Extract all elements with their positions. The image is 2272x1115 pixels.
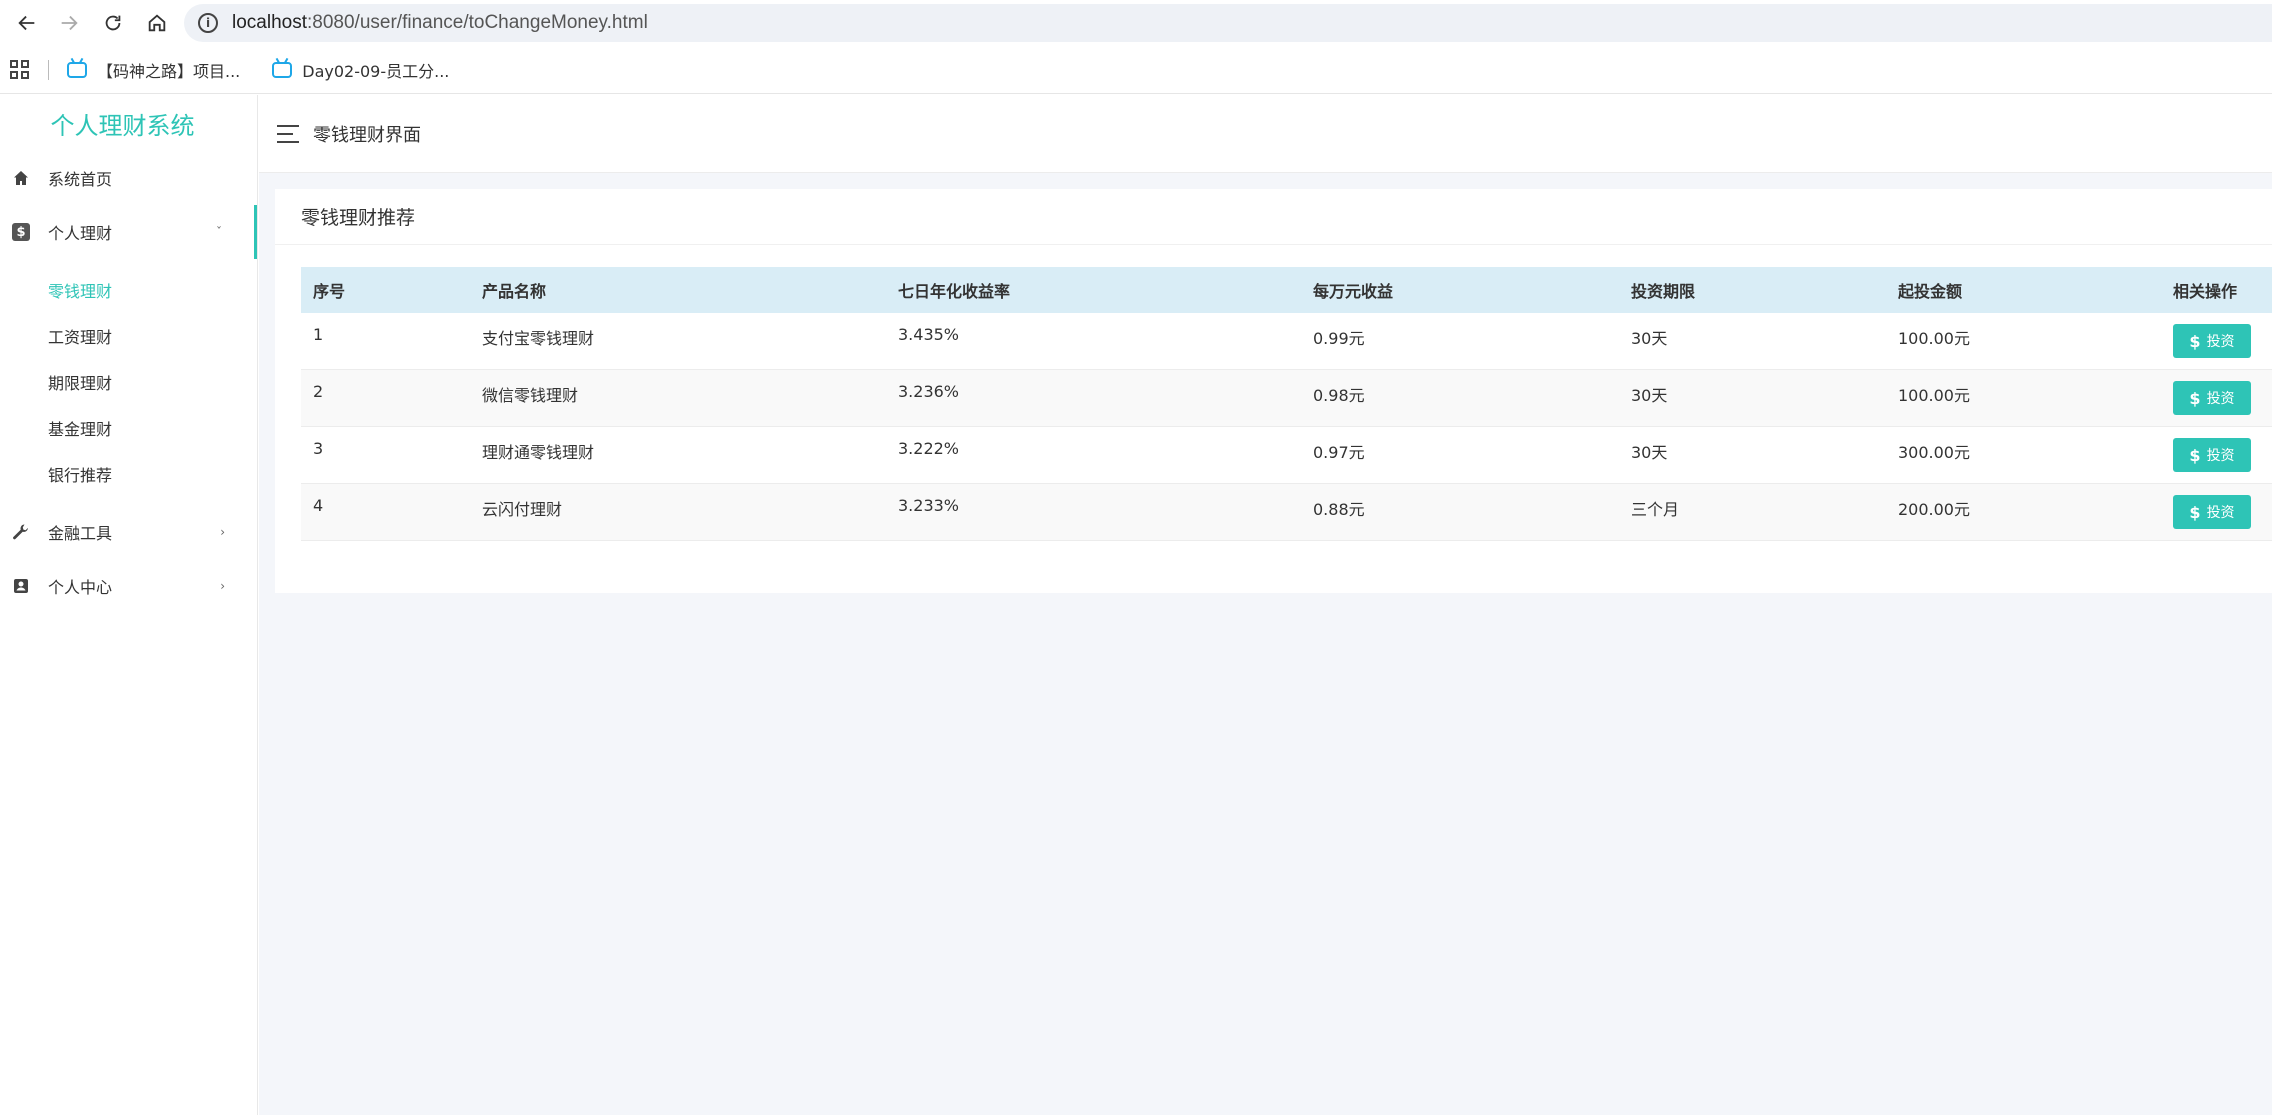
wrench-icon — [12, 523, 30, 541]
dollar-icon: $ — [2189, 388, 2201, 408]
forward-icon[interactable] — [50, 4, 88, 42]
invest-label: 投资 — [2206, 391, 2235, 407]
sidebar-item-personal-finance[interactable]: $ 个人理财 ˇ — [0, 205, 257, 259]
submenu-personal-finance: 零钱理财 工资理财 期限理财 基金理财 银行推荐 — [0, 259, 257, 505]
cell-min: 300.00元 — [1898, 443, 1970, 462]
invest-label: 投资 — [2206, 505, 2235, 521]
dollar-icon: $ — [2189, 502, 2201, 522]
recommend-card: 零钱理财推荐 序号 产品名称 七日年化收益率 每万元收益 投资期限 起投金额 相… — [275, 189, 2272, 593]
bookmarks-divider — [48, 59, 49, 80]
url-path: :8080/user/finance/toChangeMoney.html — [307, 12, 648, 33]
submenu-item-salary[interactable]: 工资理财 — [0, 313, 257, 359]
submenu-item-fund[interactable]: 基金理财 — [0, 405, 257, 451]
sidebar-item-personal-center[interactable]: 个人中心 › — [0, 559, 257, 613]
cell-rate: 3.222% — [898, 439, 960, 458]
cell-per10k: 0.88元 — [1313, 500, 1365, 519]
dollar-icon: $ — [12, 223, 30, 241]
chevron-right-icon: › — [220, 525, 225, 539]
cell-term: 30天 — [1631, 443, 1668, 462]
bilibili-tv-icon — [272, 61, 293, 78]
home-icon — [12, 169, 30, 187]
cell-min: 100.00元 — [1898, 329, 1970, 348]
sidebar-item-home[interactable]: 系统首页 — [0, 151, 257, 205]
url-text: localhost:8080/user/finance/toChangeMone… — [232, 12, 648, 34]
cell-per10k: 0.97元 — [1313, 443, 1365, 462]
invest-button[interactable]: $ 投资 — [2173, 381, 2251, 415]
back-icon[interactable] — [8, 4, 46, 42]
column-header-name: 产品名称 — [482, 282, 547, 301]
sidebar-item-finance-tools[interactable]: 金融工具 › — [0, 505, 257, 559]
cell-term: 30天 — [1631, 386, 1668, 405]
products-table: 序号 产品名称 七日年化收益率 每万元收益 投资期限 起投金额 相关操作 1 支… — [301, 267, 2272, 541]
user-card-icon — [12, 577, 30, 595]
table-row: 3 理财通零钱理财 3.222% 0.97元 30天 300.00元 $ 投资 — [301, 427, 2272, 484]
invest-label: 投资 — [2206, 448, 2235, 464]
browser-toolbar: i localhost:8080/user/finance/toChangeMo… — [0, 0, 2272, 46]
cell-per10k: 0.99元 — [1313, 329, 1365, 348]
cell-name: 支付宝零钱理财 — [482, 329, 595, 348]
invest-button[interactable]: $ 投资 — [2173, 438, 2251, 472]
invest-label: 投资 — [2206, 334, 2235, 350]
chevron-right-icon: › — [220, 579, 225, 593]
bookmarks-bar: 【码神之路】项目... Day02-09-员工分... — [0, 46, 2272, 94]
dollar-icon: $ — [2189, 331, 2201, 351]
bilibili-tv-icon — [67, 61, 87, 78]
card-title: 零钱理财推荐 — [275, 189, 2272, 245]
sidebar-item-label: 个人理财 — [48, 224, 113, 243]
topbar: 零钱理财界面 — [259, 95, 2272, 173]
cell-min: 100.00元 — [1898, 386, 1970, 405]
cell-no: 2 — [313, 382, 324, 401]
url-host: localhost — [232, 12, 307, 33]
table-header: 序号 产品名称 七日年化收益率 每万元收益 投资期限 起投金额 相关操作 — [301, 267, 2272, 313]
column-header-rate: 七日年化收益率 — [898, 282, 1011, 301]
submenu-item-bank[interactable]: 银行推荐 — [0, 451, 257, 497]
brand-title: 个人理财系统 — [50, 111, 195, 140]
sidebar-item-label: 金融工具 — [48, 524, 113, 543]
cell-term: 三个月 — [1631, 500, 1680, 519]
page-title: 零钱理财界面 — [313, 124, 421, 146]
cell-term: 30天 — [1631, 329, 1668, 348]
table-row: 4 云闪付理财 3.233% 0.88元 三个月 200.00元 $ 投资 — [301, 484, 2272, 541]
sidebar-item-label: 系统首页 — [48, 170, 113, 189]
cell-min: 200.00元 — [1898, 500, 1970, 519]
cell-name: 云闪付理财 — [482, 500, 563, 519]
hamburger-menu-icon[interactable] — [277, 124, 299, 143]
home-icon[interactable] — [138, 4, 176, 42]
submenu-item-change-money[interactable]: 零钱理财 — [0, 267, 257, 313]
cell-rate: 3.435% — [898, 325, 960, 344]
cell-no: 4 — [313, 496, 324, 515]
cell-name: 微信零钱理财 — [482, 386, 579, 405]
column-header-min: 起投金额 — [1898, 282, 1963, 301]
submenu-item-term[interactable]: 期限理财 — [0, 359, 257, 405]
main-content: 零钱理财界面 零钱理财推荐 序号 产品名称 七日年化收益率 每万元收益 投资期限… — [259, 95, 2272, 1115]
column-header-per10k: 每万元收益 — [1313, 282, 1394, 301]
cell-no: 1 — [313, 325, 324, 344]
invest-button[interactable]: $ 投资 — [2173, 324, 2251, 358]
reload-icon[interactable] — [94, 4, 132, 42]
cell-rate: 3.233% — [898, 496, 960, 515]
info-icon[interactable]: i — [198, 13, 218, 33]
bookmark-1[interactable]: 【码神之路】项目... — [67, 58, 240, 82]
column-header-no: 序号 — [313, 282, 346, 301]
cell-per10k: 0.98元 — [1313, 386, 1365, 405]
cell-rate: 3.236% — [898, 382, 960, 401]
apps-grid-icon[interactable] — [10, 59, 30, 80]
bookmark-2-label: Day02-09-员工分... — [302, 61, 450, 81]
bookmark-1-label: 【码神之路】项目... — [97, 61, 241, 81]
table-row: 2 微信零钱理财 3.236% 0.98元 30天 100.00元 $ 投资 — [301, 370, 2272, 427]
cell-no: 3 — [313, 439, 324, 458]
address-bar[interactable]: i localhost:8080/user/finance/toChangeMo… — [184, 4, 2272, 42]
column-header-term: 投资期限 — [1631, 282, 1696, 301]
sidebar: 个人理财系统 系统首页 $ 个人理财 ˇ 零钱理财 工资理财 期限理财 基金理财… — [0, 95, 258, 1115]
cell-name: 理财通零钱理财 — [482, 443, 595, 462]
table-row: 1 支付宝零钱理财 3.435% 0.99元 30天 100.00元 $ 投资 — [301, 313, 2272, 370]
dollar-icon: $ — [2189, 445, 2201, 465]
bookmark-2[interactable]: Day02-09-员工分... — [272, 58, 449, 82]
column-header-actions: 相关操作 — [2173, 282, 2238, 301]
chevron-down-icon: ˇ — [216, 225, 222, 239]
sidebar-item-label: 个人中心 — [48, 578, 113, 597]
invest-button[interactable]: $ 投资 — [2173, 495, 2251, 529]
